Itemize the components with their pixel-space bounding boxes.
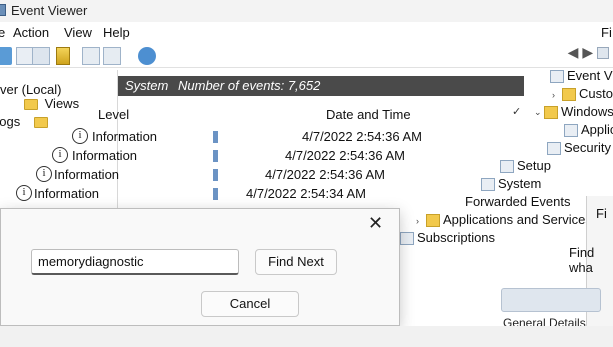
back-icon[interactable]: [0, 47, 12, 65]
tree-item-local[interactable]: ver (Local): [0, 82, 61, 97]
expand-icon[interactable]: ›: [416, 216, 426, 226]
nav-arrows: ◀ ▶: [568, 44, 609, 61]
chevron-down-icon[interactable]: ✓: [512, 105, 521, 118]
forward-arrow-icon[interactable]: ▶: [582, 44, 593, 60]
folder-icon: [426, 214, 440, 228]
event-viewer-app-icon: [0, 4, 6, 16]
show-hide-action-pane-icon[interactable]: [82, 47, 100, 65]
folder-icon: [562, 88, 576, 102]
log-icon: [481, 178, 495, 192]
expand-icon[interactable]: ›: [552, 90, 562, 100]
up-icon[interactable]: [597, 47, 609, 60]
tree-applications-services[interactable]: › Applications and Services L: [416, 212, 603, 228]
menu-action[interactable]: Action: [13, 25, 49, 40]
tree-label: Event Vi: [567, 68, 613, 83]
row-datetime: 4/7/2022 2:54:36 AM: [285, 148, 405, 163]
pane-title: System: [125, 78, 169, 93]
row-datetime: 4/7/2022 2:54:36 AM: [265, 167, 385, 182]
tree-windows-logs[interactable]: ⌄ Windows Lo: [534, 104, 613, 120]
event-viewer-icon: [550, 70, 564, 84]
tree-label: Security: [564, 140, 611, 155]
tree-application[interactable]: Application: [564, 122, 613, 138]
table-row[interactable]: i Information 4/7/2022 2:54:36 AM: [0, 146, 530, 166]
find-what-label: Find wha: [569, 245, 595, 275]
tree-system[interactable]: System: [481, 176, 542, 192]
row-level: Information: [54, 167, 120, 182]
row-level: Information: [92, 129, 158, 144]
toolbar: [0, 44, 613, 68]
log-icon: [547, 142, 561, 156]
tree-item-local-label: ver (Local): [0, 82, 62, 97]
table-row[interactable]: i Information 4/7/2022 2:54:36 AM: [0, 165, 530, 185]
row-level: Information: [72, 148, 138, 163]
find-what-input[interactable]: memorydiagnostic: [31, 249, 239, 275]
tree-item-custom-views[interactable]: Views: [0, 96, 79, 111]
tree-custom-views[interactable]: › Custom: [552, 86, 613, 102]
find-dialog: ✕ memorydiagnostic Find Next Cancel: [0, 208, 400, 326]
cancel-button[interactable]: Cancel: [201, 291, 299, 317]
tree-label: System: [498, 176, 542, 191]
event-viewer-window: Event Viewer e Action View Help Fi ◀ ▶ v…: [0, 0, 613, 347]
column-header-date-time[interactable]: Date and Time: [326, 107, 411, 122]
find-next-button[interactable]: Find Next: [255, 249, 337, 275]
information-icon: i: [36, 166, 52, 182]
tree-label: Subscriptions: [417, 230, 496, 245]
properties-icon[interactable]: [32, 47, 50, 65]
column-header-level[interactable]: Level: [98, 107, 129, 122]
find-dialog-behind-title: Fi: [596, 206, 607, 221]
menu-view[interactable]: View: [64, 25, 92, 40]
information-icon: i: [52, 147, 68, 163]
event-count: Number of events: 7,652: [178, 78, 321, 93]
collapse-icon[interactable]: ⌄: [534, 107, 544, 118]
tree-setup[interactable]: Setup: [500, 158, 551, 174]
help-book-icon[interactable]: [56, 47, 70, 65]
tree-forwarded-events[interactable]: Forwarded Events: [465, 194, 571, 209]
subscriptions-icon: [400, 232, 414, 246]
row-marker: [213, 169, 218, 181]
tree-item-custom-views-label: Views: [44, 96, 80, 111]
menu-bar: e Action View Help Fi: [0, 22, 613, 42]
menu-file-peek[interactable]: Fi: [601, 25, 612, 40]
table-row[interactable]: i Information 4/7/2022 2:54:34 AM: [0, 184, 530, 204]
information-icon: i: [72, 128, 88, 144]
tree-subscriptions[interactable]: Subscriptions: [400, 230, 496, 246]
tree-label: Windows Lo: [561, 104, 613, 119]
row-marker: [213, 150, 218, 162]
row-datetime: 4/7/2022 2:54:34 AM: [246, 186, 366, 201]
menu-help[interactable]: Help: [103, 25, 130, 40]
close-icon[interactable]: ✕: [368, 213, 383, 234]
folder-icon: [24, 99, 38, 111]
tree-label: Applications and Services L: [443, 212, 603, 227]
log-icon: [500, 160, 514, 174]
find-what-field-behind[interactable]: [501, 288, 601, 312]
row-marker: [213, 131, 218, 143]
row-datetime: 4/7/2022 2:54:36 AM: [302, 129, 422, 144]
row-marker: [213, 188, 218, 200]
bottom-strip: [0, 326, 613, 347]
back-arrow-icon[interactable]: ◀: [568, 44, 579, 60]
export-list-icon[interactable]: [103, 47, 121, 65]
refresh-icon[interactable]: [138, 47, 156, 65]
folder-icon: [544, 106, 558, 120]
tree-security[interactable]: Security: [547, 140, 611, 156]
tree-label: Custom: [579, 86, 613, 101]
window-title: Event Viewer: [11, 3, 88, 18]
tree-label: Application: [581, 122, 613, 137]
log-icon: [564, 124, 578, 138]
tree-label: Forwarded Events: [465, 194, 571, 209]
title-bar: Event Viewer: [0, 0, 613, 22]
tree-event-viewer[interactable]: Event Vi: [550, 68, 613, 84]
table-row[interactable]: i Information 4/7/2022 2:54:36 AM: [0, 127, 530, 147]
row-level: Information: [34, 186, 100, 201]
menu-file-fragment[interactable]: e: [0, 25, 5, 40]
tree-label: Setup: [517, 158, 551, 173]
center-pane-header: System Number of events: 7,652: [118, 76, 524, 96]
information-icon: i: [16, 185, 32, 201]
